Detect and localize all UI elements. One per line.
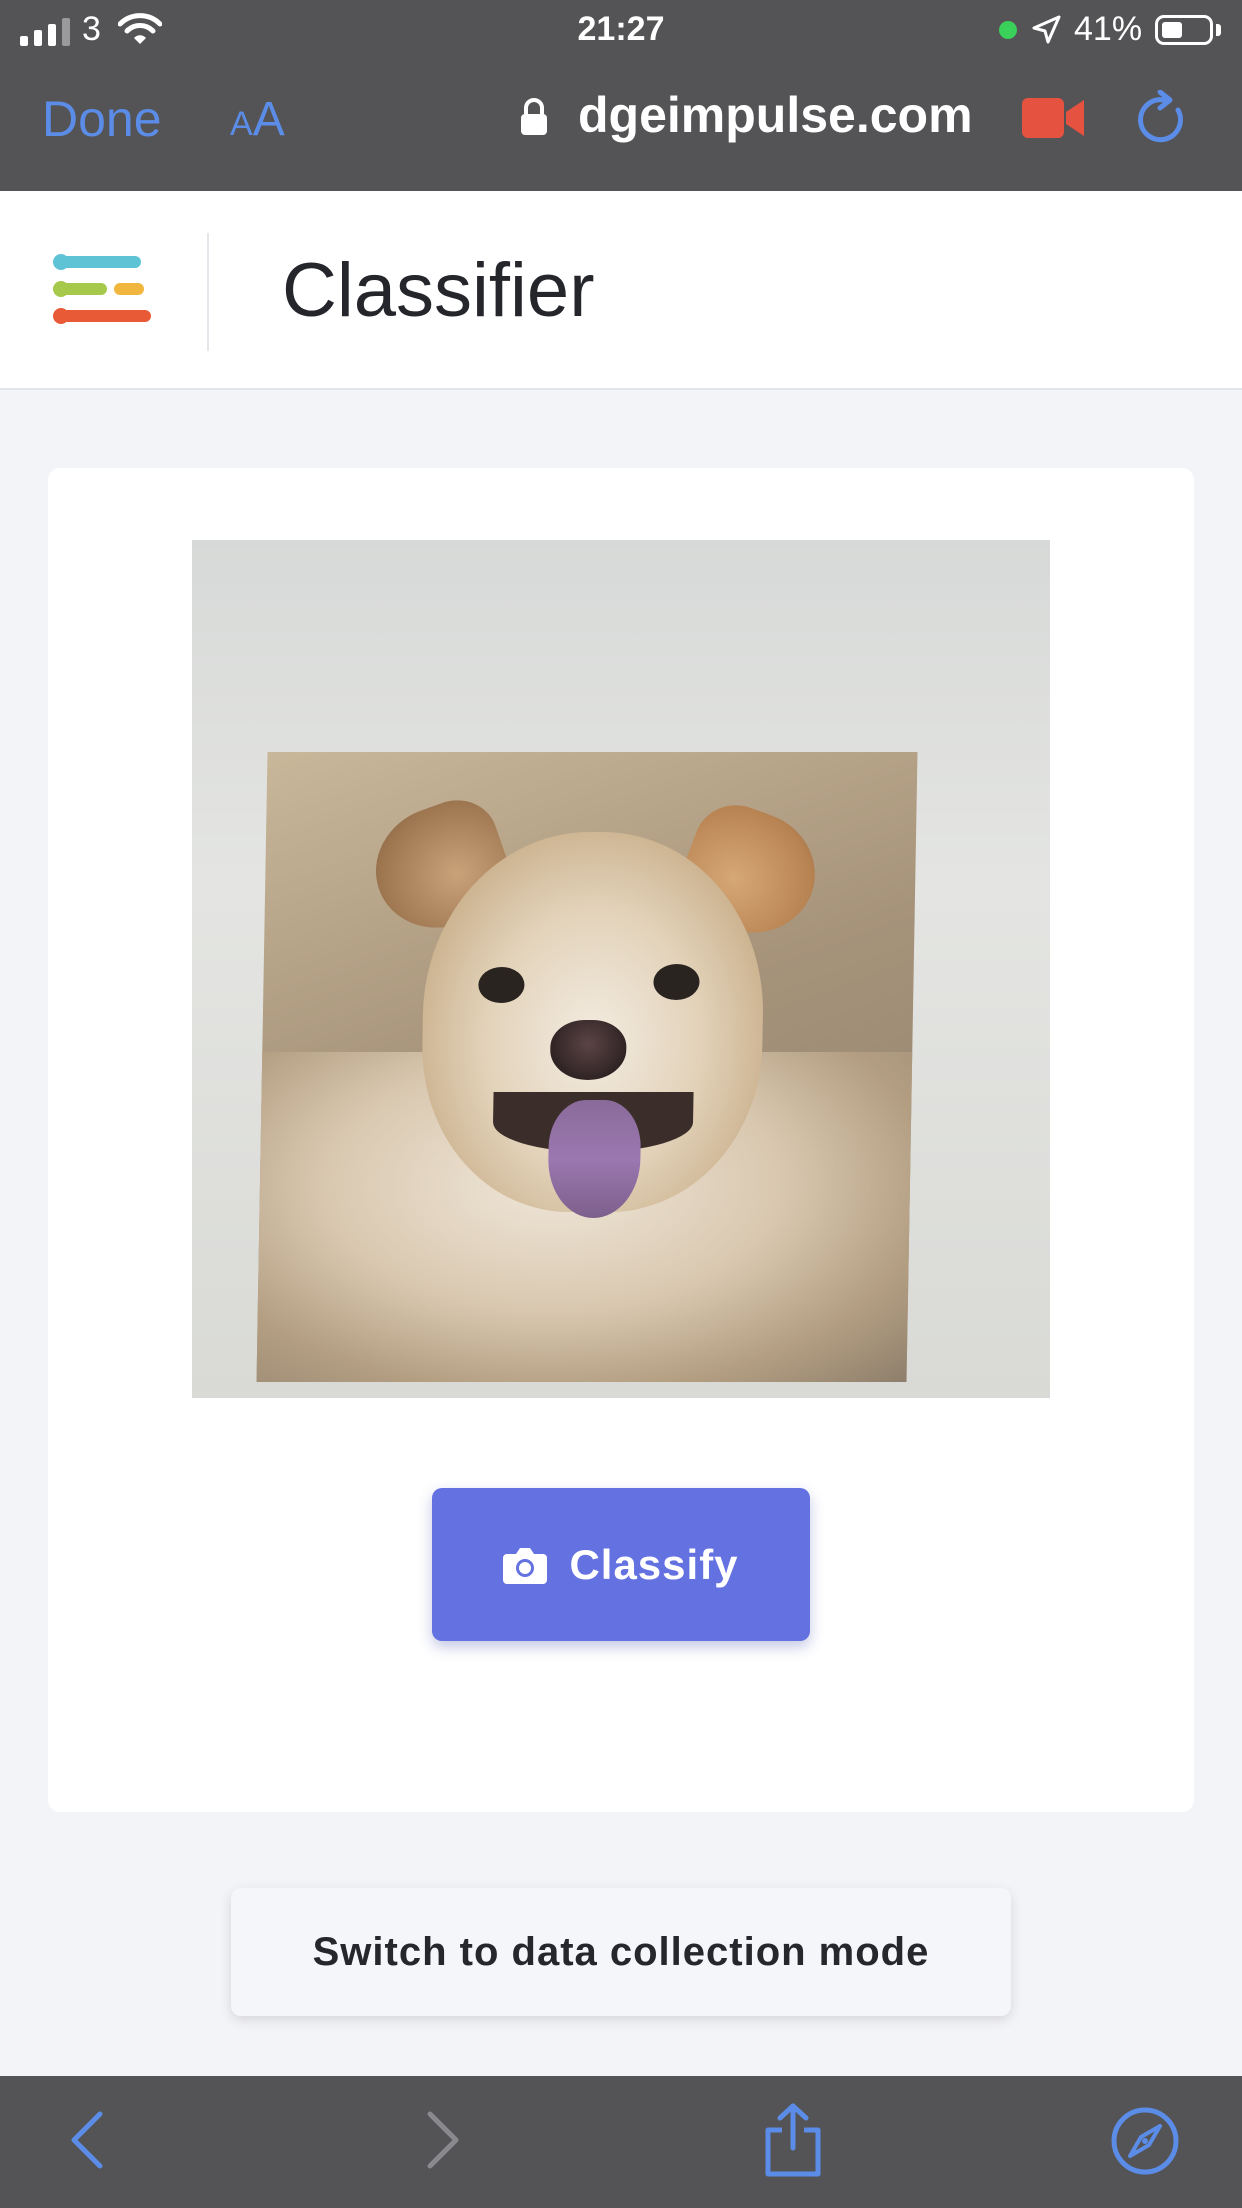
classifier-card: Classify [48,468,1194,1812]
camera-icon [503,1547,548,1584]
battery-icon [1155,15,1213,45]
camera-recording-icon[interactable] [1022,98,1084,138]
browser-bottom-toolbar [0,2076,1242,2208]
camera-preview-image [192,540,1050,1398]
chevron-right-icon[interactable] [424,2108,464,2172]
classify-button-label: Classify [569,1540,739,1588]
address-bar-url[interactable]: dgeimpulse.com [578,86,973,144]
location-active-dot [999,21,1017,39]
share-icon[interactable] [760,2102,826,2178]
switch-data-collection-button[interactable]: Switch to data collection mode [231,1888,1011,2016]
lock-icon [521,98,547,135]
text-size-small-label: A [230,105,253,143]
battery-percentage: 41% [1074,10,1143,48]
page-header: Classifier [0,191,1242,390]
chevron-left-icon[interactable] [66,2108,106,2172]
compass-icon[interactable] [1110,2106,1180,2176]
page-title: Classifier [282,248,595,333]
switch-button-label: Switch to data collection mode [312,1929,930,1974]
text-size-button[interactable]: AA [230,92,285,147]
browser-top-bar: 3 21:27 41% Done AA dgeimpulse.com [0,0,1242,191]
battery-nub [1216,24,1221,36]
text-size-large-label: A [252,93,285,146]
dog-photo-print [256,752,918,1382]
header-divider [207,233,209,351]
done-button[interactable]: Done [42,90,162,148]
reload-icon[interactable] [1134,90,1188,146]
status-bar: 3 21:27 41% [0,0,1242,62]
edge-impulse-logo[interactable] [52,253,154,325]
classify-button[interactable]: Classify [432,1488,810,1641]
location-arrow-icon [1032,15,1061,44]
